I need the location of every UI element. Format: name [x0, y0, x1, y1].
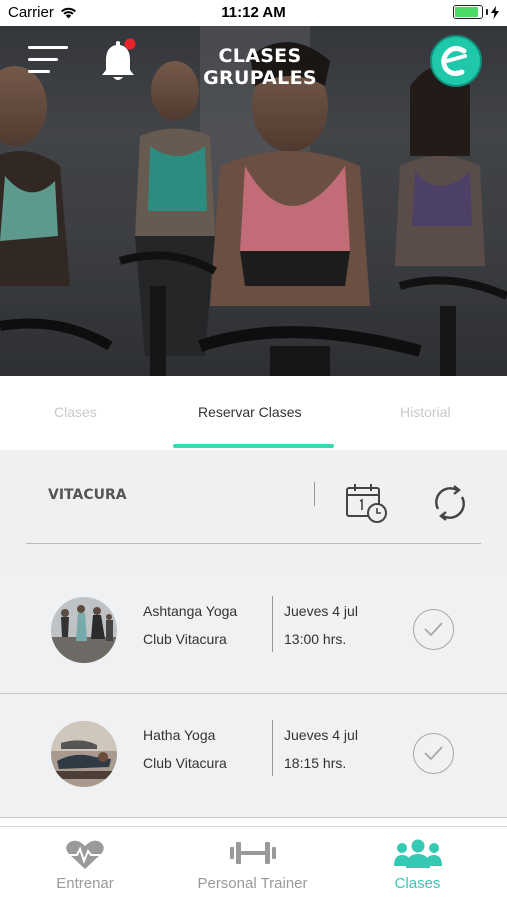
book-check-button[interactable] [413, 609, 454, 650]
nav-clases[interactable]: Clases [370, 827, 465, 900]
class-time: 13:00 hrs. [284, 631, 347, 647]
class-date: Jueves 4 jul [284, 727, 358, 743]
charging-bolt-icon [491, 5, 499, 19]
location-bar: VITACURA [0, 450, 507, 570]
tab-clases[interactable]: Clases [54, 404, 97, 420]
class-time: 18:15 hrs. [284, 755, 347, 771]
class-list-item[interactable]: Ashtanga Yoga Club Vitacura Jueves 4 jul… [0, 570, 507, 694]
class-date: Jueves 4 jul [284, 603, 358, 619]
tab-historial[interactable]: Historial [400, 404, 451, 420]
group-icon [393, 839, 442, 868]
class-club: Club Vitacura [143, 755, 227, 771]
refresh-icon[interactable] [430, 483, 470, 523]
nav-personal-trainer[interactable]: Personal Trainer [180, 827, 325, 900]
check-icon [424, 746, 443, 761]
menu-icon[interactable] [28, 44, 70, 76]
calendar-clock-icon[interactable] [345, 482, 389, 524]
nav-label: Clases [394, 875, 441, 892]
class-thumbnail [51, 597, 117, 663]
battery-fill [455, 7, 479, 17]
location-selector[interactable]: VITACURA [48, 487, 127, 503]
bell-icon[interactable] [99, 38, 137, 82]
dumbbell-icon [229, 842, 276, 864]
separator-line [26, 543, 481, 544]
tab-bar: Clases Reservar Clases Historial [0, 376, 507, 450]
class-thumbnail [51, 721, 117, 787]
class-club: Club Vitacura [143, 631, 227, 647]
status-bar: Carrier 11:12 AM [0, 0, 507, 26]
class-name: Ashtanga Yoga [143, 603, 238, 619]
tab-reservar-clases[interactable]: Reservar Clases [198, 404, 301, 420]
brand-logo-icon[interactable] [430, 35, 482, 87]
class-name: Hatha Yoga [143, 727, 216, 743]
page-title: CLASES GRUPALES [203, 45, 317, 89]
notification-dot [124, 38, 136, 50]
class-list-item[interactable]: Hatha Yoga Club Vitacura Jueves 4 jul 18… [0, 694, 507, 818]
active-tab-indicator [173, 444, 334, 448]
battery-indicator [453, 5, 499, 19]
divider [314, 482, 315, 506]
check-icon [424, 622, 443, 637]
book-check-button[interactable] [413, 733, 454, 774]
class-list: Ashtanga Yoga Club Vitacura Jueves 4 jul… [0, 570, 507, 818]
nav-label: Personal Trainer [197, 875, 308, 892]
bottom-nav: Entrenar Personal Trainer Clases [0, 826, 507, 900]
divider [272, 720, 273, 776]
heart-pulse-icon [66, 840, 104, 869]
status-time: 11:12 AM [221, 4, 286, 21]
hero-banner: CLASES GRUPALES [0, 26, 507, 376]
nav-label: Entrenar [56, 875, 114, 892]
nav-entrenar[interactable]: Entrenar [30, 827, 140, 900]
divider [272, 596, 273, 652]
